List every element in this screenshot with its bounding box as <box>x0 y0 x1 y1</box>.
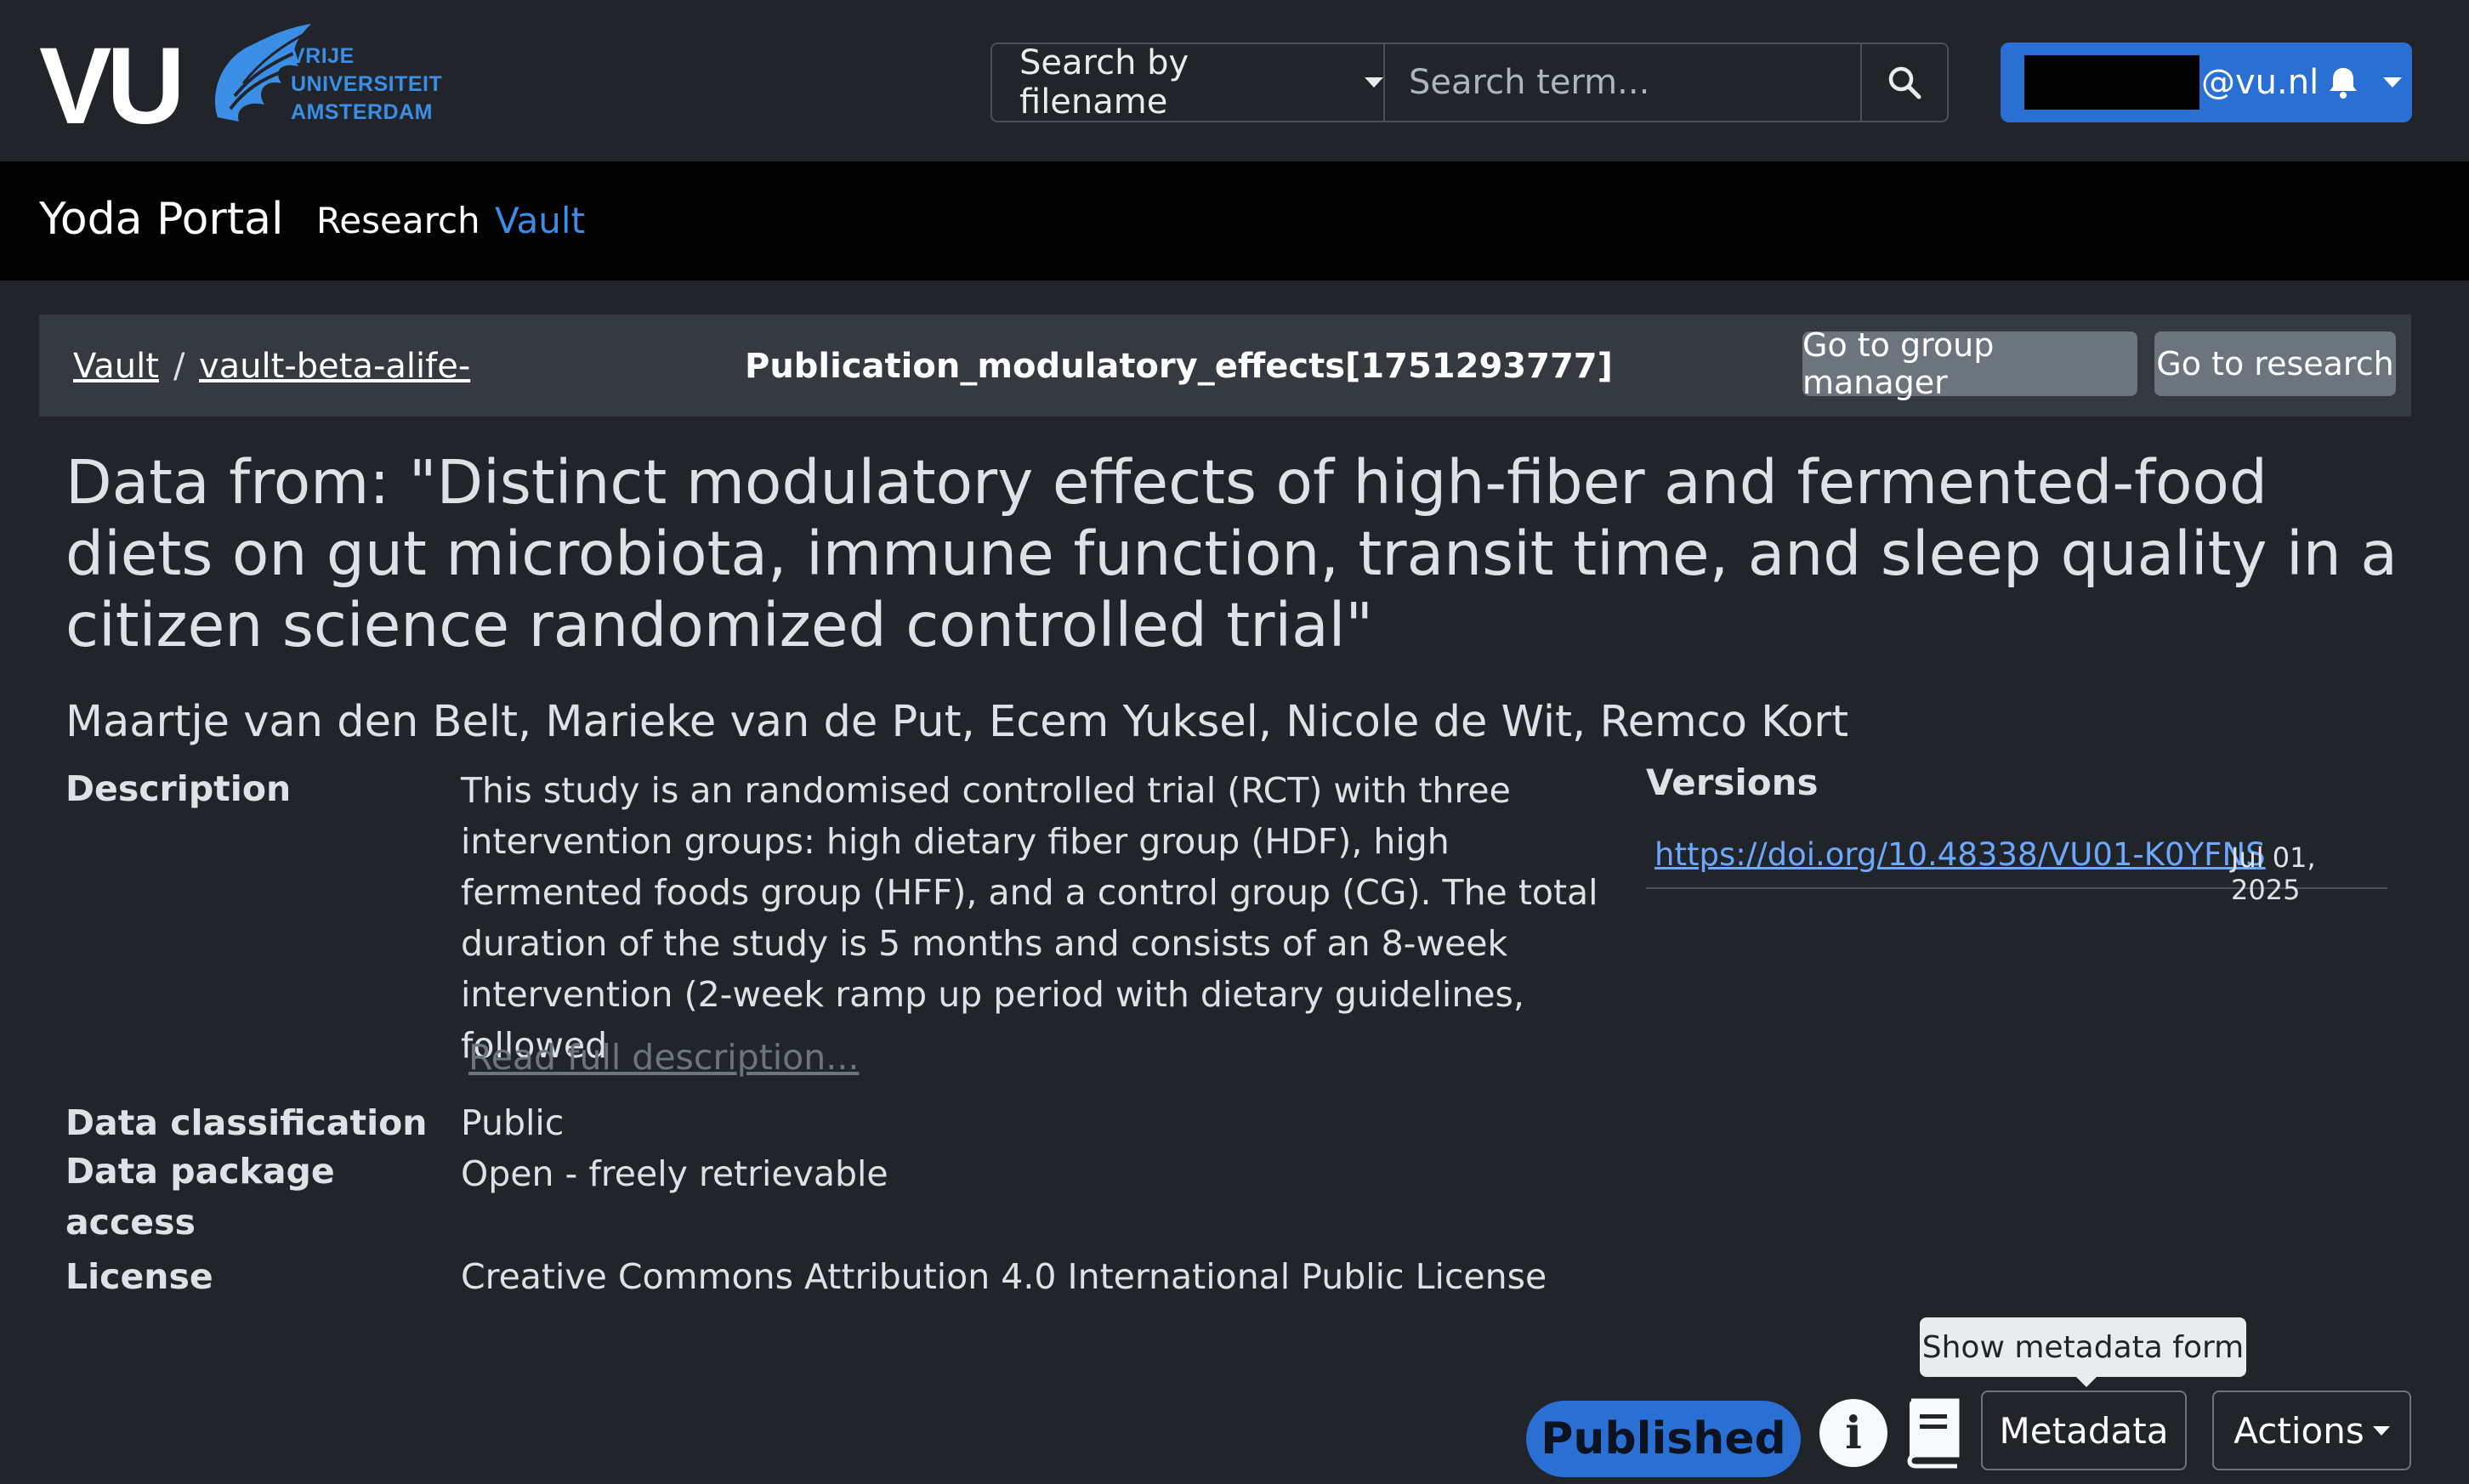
breadcrumb-vault[interactable]: Vault <box>73 347 159 386</box>
system-metadata-button[interactable] <box>1901 1396 1962 1469</box>
search-type-dropdown[interactable]: Search by filename <box>992 44 1385 121</box>
search-bar: Search by filename <box>990 42 1949 122</box>
user-email-suffix: @vu.nl <box>2201 63 2319 102</box>
version-row: https://doi.org/10.48338/VU01-K0YFNS Jul… <box>1646 833 2387 906</box>
nav-item-vault[interactable]: Vault <box>495 200 585 241</box>
metadata-tooltip: Show metadata form <box>1920 1317 2246 1387</box>
metadata-button[interactable]: Metadata <box>1981 1391 2187 1470</box>
version-date: Jul 01, 2025 <box>2231 841 2316 906</box>
user-menu-button[interactable]: @vu.nl <box>2001 42 2412 122</box>
version-doi-link[interactable]: https://doi.org/10.48338/VU01-K0YFNS <box>1655 836 2266 873</box>
breadcrumb-current-folder: Publication_modulatory_effects[175129377… <box>745 347 1613 386</box>
logo-line-1: VRIJE <box>291 44 355 68</box>
data-package-access-label: Data package access <box>65 1151 335 1243</box>
breadcrumb-separator: / <box>173 347 185 386</box>
vu-logo[interactable]: VU VRIJE UNIVERSITEIT AMSTERDAM <box>39 24 447 141</box>
logo-wordmark: VRIJE UNIVERSITEIT AMSTERDAM <box>291 42 442 127</box>
license-value: Creative Commons Attribution 4.0 Interna… <box>461 1256 1547 1297</box>
search-type-label: Search by filename <box>1019 43 1189 122</box>
actions-dropdown-button[interactable]: Actions <box>2212 1391 2411 1470</box>
info-button[interactable]: i <box>1819 1399 1887 1467</box>
package-title: Data from: "Distinct modulatory effects … <box>65 447 2398 660</box>
actions-label: Actions <box>2233 1409 2364 1452</box>
breadcrumb-group[interactable]: vault-beta-alife- <box>199 347 470 386</box>
logo-vu-letters: VU <box>39 25 185 147</box>
description-label: Description <box>65 768 292 809</box>
caret-down-icon <box>1365 77 1383 88</box>
logo-line-2: UNIVERSITEIT <box>291 72 443 96</box>
data-package-access-value: Open - freely retrievable <box>461 1153 888 1194</box>
license-label: License <box>65 1256 213 1297</box>
versions-heading: Versions <box>1646 762 1819 803</box>
redacted-username <box>2024 55 2199 110</box>
bell-icon <box>2327 65 2359 99</box>
main-navbar: Yoda Portal Research Vault <box>0 161 2469 280</box>
book-icon <box>1907 1398 1960 1469</box>
data-classification-label: Data classification <box>65 1102 428 1143</box>
data-classification-value: Public <box>461 1102 565 1143</box>
breadcrumb-bar: Vault / vault-beta-alife- Publication_mo… <box>39 314 2411 416</box>
status-badge: Published <box>1526 1401 1801 1477</box>
read-full-description-link[interactable]: Read full description... <box>468 1037 859 1078</box>
caret-down-icon <box>2372 1425 2390 1436</box>
search-icon <box>1888 66 1921 99</box>
logo-line-3: AMSTERDAM <box>291 100 433 124</box>
brand-link[interactable]: Yoda Portal <box>39 194 283 245</box>
go-to-group-manager-button[interactable]: Go to group manager <box>1802 326 2137 401</box>
top-header: VU VRIJE UNIVERSITEIT AMSTERDAM Search b… <box>0 0 2469 161</box>
search-button[interactable] <box>1860 44 1947 121</box>
package-authors: Maartje van den Belt, Marieke van de Put… <box>65 697 1849 747</box>
nav-item-research[interactable]: Research <box>316 200 480 241</box>
info-icon: i <box>1845 1407 1862 1459</box>
go-to-research-button[interactable]: Go to research <box>2154 331 2396 396</box>
search-input[interactable] <box>1385 44 1860 121</box>
description-text: This study is an randomised controlled t… <box>461 770 1598 1066</box>
caret-down-icon <box>2383 77 2403 88</box>
